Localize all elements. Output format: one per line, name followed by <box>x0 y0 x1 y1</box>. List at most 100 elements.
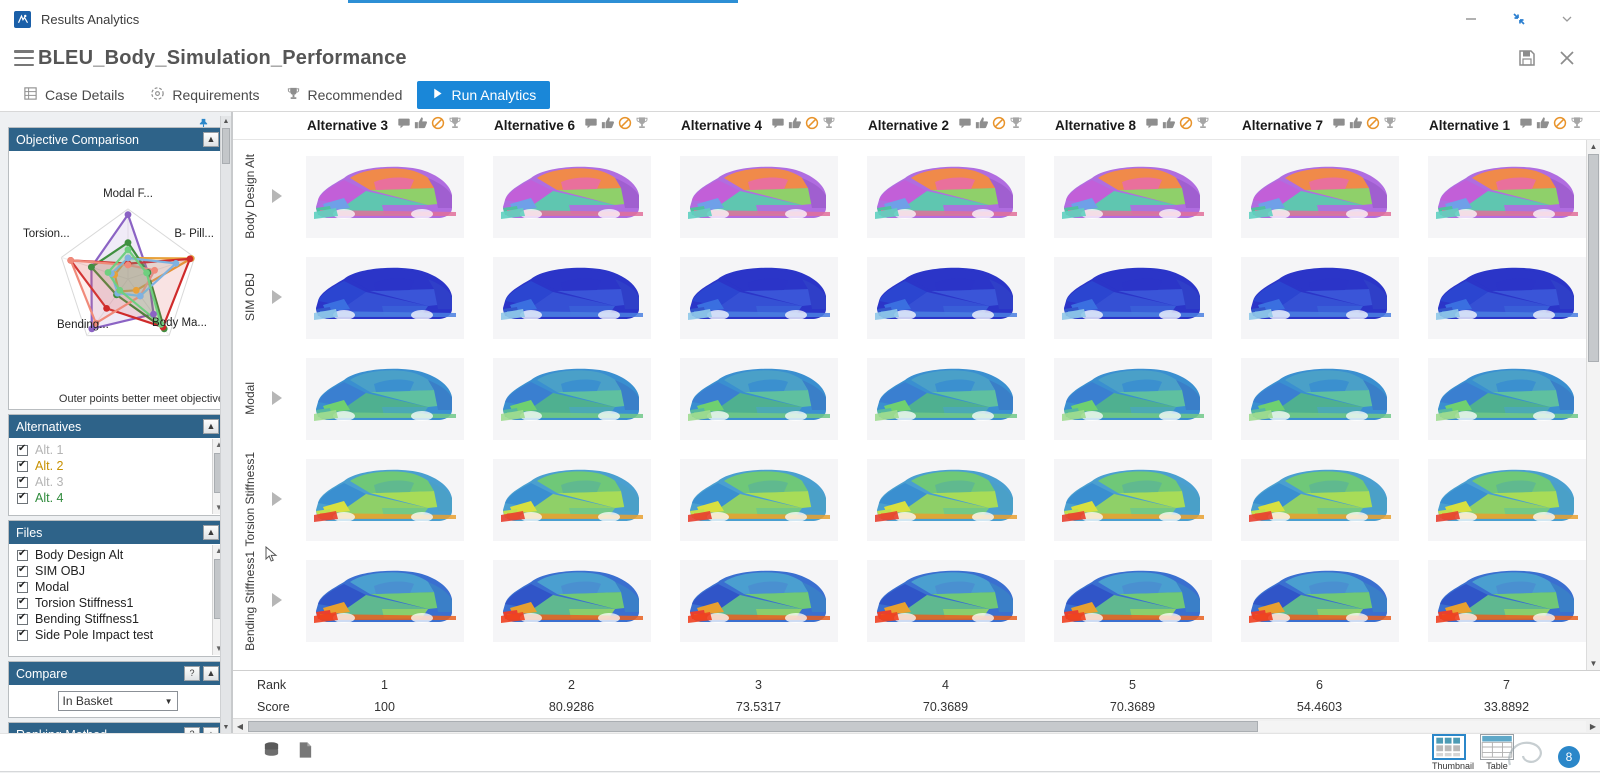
ban-icon[interactable] <box>1553 116 1567 135</box>
simulation-thumbnail[interactable] <box>305 559 464 642</box>
alternative-item[interactable]: Alt. 2 <box>9 458 226 474</box>
expand-arrow-icon[interactable] <box>272 492 282 506</box>
simulation-thumbnail[interactable] <box>492 458 651 541</box>
simulation-thumbnail[interactable] <box>492 155 651 238</box>
grid-column-header[interactable]: Alternative 1 <box>1413 116 1600 135</box>
thumbnail-cell[interactable] <box>478 559 665 642</box>
file-item[interactable]: Body Design Alt <box>9 547 226 563</box>
simulation-thumbnail[interactable] <box>866 458 1025 541</box>
grid-column-header[interactable]: Alternative 3 <box>291 116 478 135</box>
ban-icon[interactable] <box>618 116 632 135</box>
clipboard-icon[interactable] <box>295 740 314 765</box>
thumbnail-cell[interactable] <box>1413 256 1600 339</box>
simulation-thumbnail[interactable] <box>679 256 838 339</box>
scroll-track[interactable] <box>247 720 1586 732</box>
alternative-item[interactable]: Alt. 3 <box>9 474 226 490</box>
grid-column-header[interactable]: Alternative 6 <box>478 116 665 135</box>
comment-icon[interactable] <box>584 116 598 135</box>
expand-arrow-icon[interactable] <box>272 593 282 607</box>
checkbox[interactable] <box>17 491 28 504</box>
scroll-thumb[interactable] <box>222 128 230 164</box>
thumbnail-cell[interactable] <box>852 559 1039 642</box>
scroll-up-icon[interactable]: ▲ <box>1587 140 1600 153</box>
expand-arrow-icon[interactable] <box>272 189 282 203</box>
thumbnail-cell[interactable] <box>478 458 665 541</box>
scroll-thumb[interactable] <box>1588 154 1599 362</box>
thumbnail-cell[interactable] <box>1226 357 1413 440</box>
thumbnail-cell[interactable] <box>1413 559 1600 642</box>
grid-column-header[interactable]: Alternative 2 <box>852 116 1039 135</box>
thumbnail-cell[interactable] <box>1039 458 1226 541</box>
comment-icon[interactable] <box>1519 116 1533 135</box>
thumbnail-cell[interactable] <box>1226 458 1413 541</box>
alternatives-list[interactable]: Alt. 1 Alt. 2 Alt. 3 Alt. 4 ▲ ▼ <box>9 438 226 515</box>
file-item[interactable]: Bending Stiffness1 <box>9 611 226 627</box>
thumbs-up-icon[interactable] <box>414 116 428 135</box>
grid-column-header[interactable]: Alternative 8 <box>1039 116 1226 135</box>
simulation-thumbnail[interactable] <box>492 357 651 440</box>
hamburger-icon[interactable] <box>14 50 34 66</box>
thumbnail-cell[interactable] <box>665 357 852 440</box>
simulation-thumbnail[interactable] <box>1427 357 1586 440</box>
thumbnail-cell[interactable] <box>665 559 852 642</box>
restore-icon[interactable] <box>1508 8 1530 30</box>
simulation-thumbnail[interactable] <box>866 559 1025 642</box>
chevron-down-icon[interactable] <box>1556 8 1578 30</box>
thumbnail-cell[interactable] <box>1413 357 1600 440</box>
file-item[interactable]: Torsion Stiffness1 <box>9 595 226 611</box>
thumbnail-cell[interactable] <box>852 256 1039 339</box>
comment-icon[interactable] <box>958 116 972 135</box>
simulation-thumbnail[interactable] <box>866 256 1025 339</box>
thumbnail-cell[interactable] <box>1039 155 1226 238</box>
scroll-thumb[interactable] <box>248 720 1258 732</box>
close-icon[interactable] <box>1556 47 1578 69</box>
alternative-item[interactable]: Alt. 1 <box>9 442 226 458</box>
simulation-thumbnail[interactable] <box>305 458 464 541</box>
trophy-icon[interactable] <box>1570 116 1584 135</box>
checkbox[interactable] <box>17 443 28 456</box>
ban-icon[interactable] <box>1366 116 1380 135</box>
simulation-thumbnail[interactable] <box>492 256 651 339</box>
simulation-thumbnail[interactable] <box>679 155 838 238</box>
scroll-down-icon[interactable]: ▼ <box>221 722 231 733</box>
pin-icon[interactable] <box>198 116 209 129</box>
simulation-thumbnail[interactable] <box>866 155 1025 238</box>
thumbs-up-icon[interactable] <box>975 116 989 135</box>
collapse-icon[interactable]: ▲ <box>203 666 219 681</box>
file-item[interactable]: SIM OBJ <box>9 563 226 579</box>
trophy-icon[interactable] <box>448 116 462 135</box>
thumbnail-cell[interactable] <box>852 357 1039 440</box>
thumbnail-cell[interactable] <box>665 256 852 339</box>
simulation-thumbnail[interactable] <box>305 256 464 339</box>
thumbnail-cell[interactable] <box>1039 559 1226 642</box>
thumbnail-cell[interactable] <box>1039 256 1226 339</box>
thumbs-up-icon[interactable] <box>1162 116 1176 135</box>
simulation-thumbnail[interactable] <box>1053 559 1212 642</box>
thumbnail-cell[interactable] <box>478 357 665 440</box>
checkbox[interactable] <box>17 564 28 577</box>
scroll-right-icon[interactable]: ▶ <box>1586 722 1600 731</box>
comment-icon[interactable] <box>771 116 785 135</box>
expand-arrow-icon[interactable] <box>272 391 282 405</box>
thumbnail-cell[interactable] <box>478 155 665 238</box>
simulation-thumbnail[interactable] <box>1427 256 1586 339</box>
grid-vertical-scrollbar[interactable]: ▲ ▼ <box>1586 140 1600 670</box>
thumbnail-cell[interactable] <box>665 155 852 238</box>
help-icon[interactable]: ? <box>184 666 200 681</box>
thumbs-up-icon[interactable] <box>788 116 802 135</box>
trophy-icon[interactable] <box>822 116 836 135</box>
thumbnail-view-button[interactable]: Thumbnail <box>1431 734 1474 771</box>
thumbnail-cell[interactable] <box>1413 458 1600 541</box>
thumbs-up-icon[interactable] <box>601 116 615 135</box>
thumbs-up-icon[interactable] <box>1536 116 1550 135</box>
thumbnail-cell[interactable] <box>291 357 478 440</box>
ban-icon[interactable] <box>431 116 445 135</box>
checkbox[interactable] <box>17 580 28 593</box>
thumbnail-cell[interactable] <box>1226 155 1413 238</box>
checkbox[interactable] <box>17 548 28 561</box>
trophy-icon[interactable] <box>1383 116 1397 135</box>
grid-horizontal-scrollbar[interactable]: ◀ ▶ <box>233 718 1600 733</box>
checkbox[interactable] <box>17 459 28 472</box>
thumbnail-cell[interactable] <box>291 155 478 238</box>
simulation-thumbnail[interactable] <box>1053 155 1212 238</box>
